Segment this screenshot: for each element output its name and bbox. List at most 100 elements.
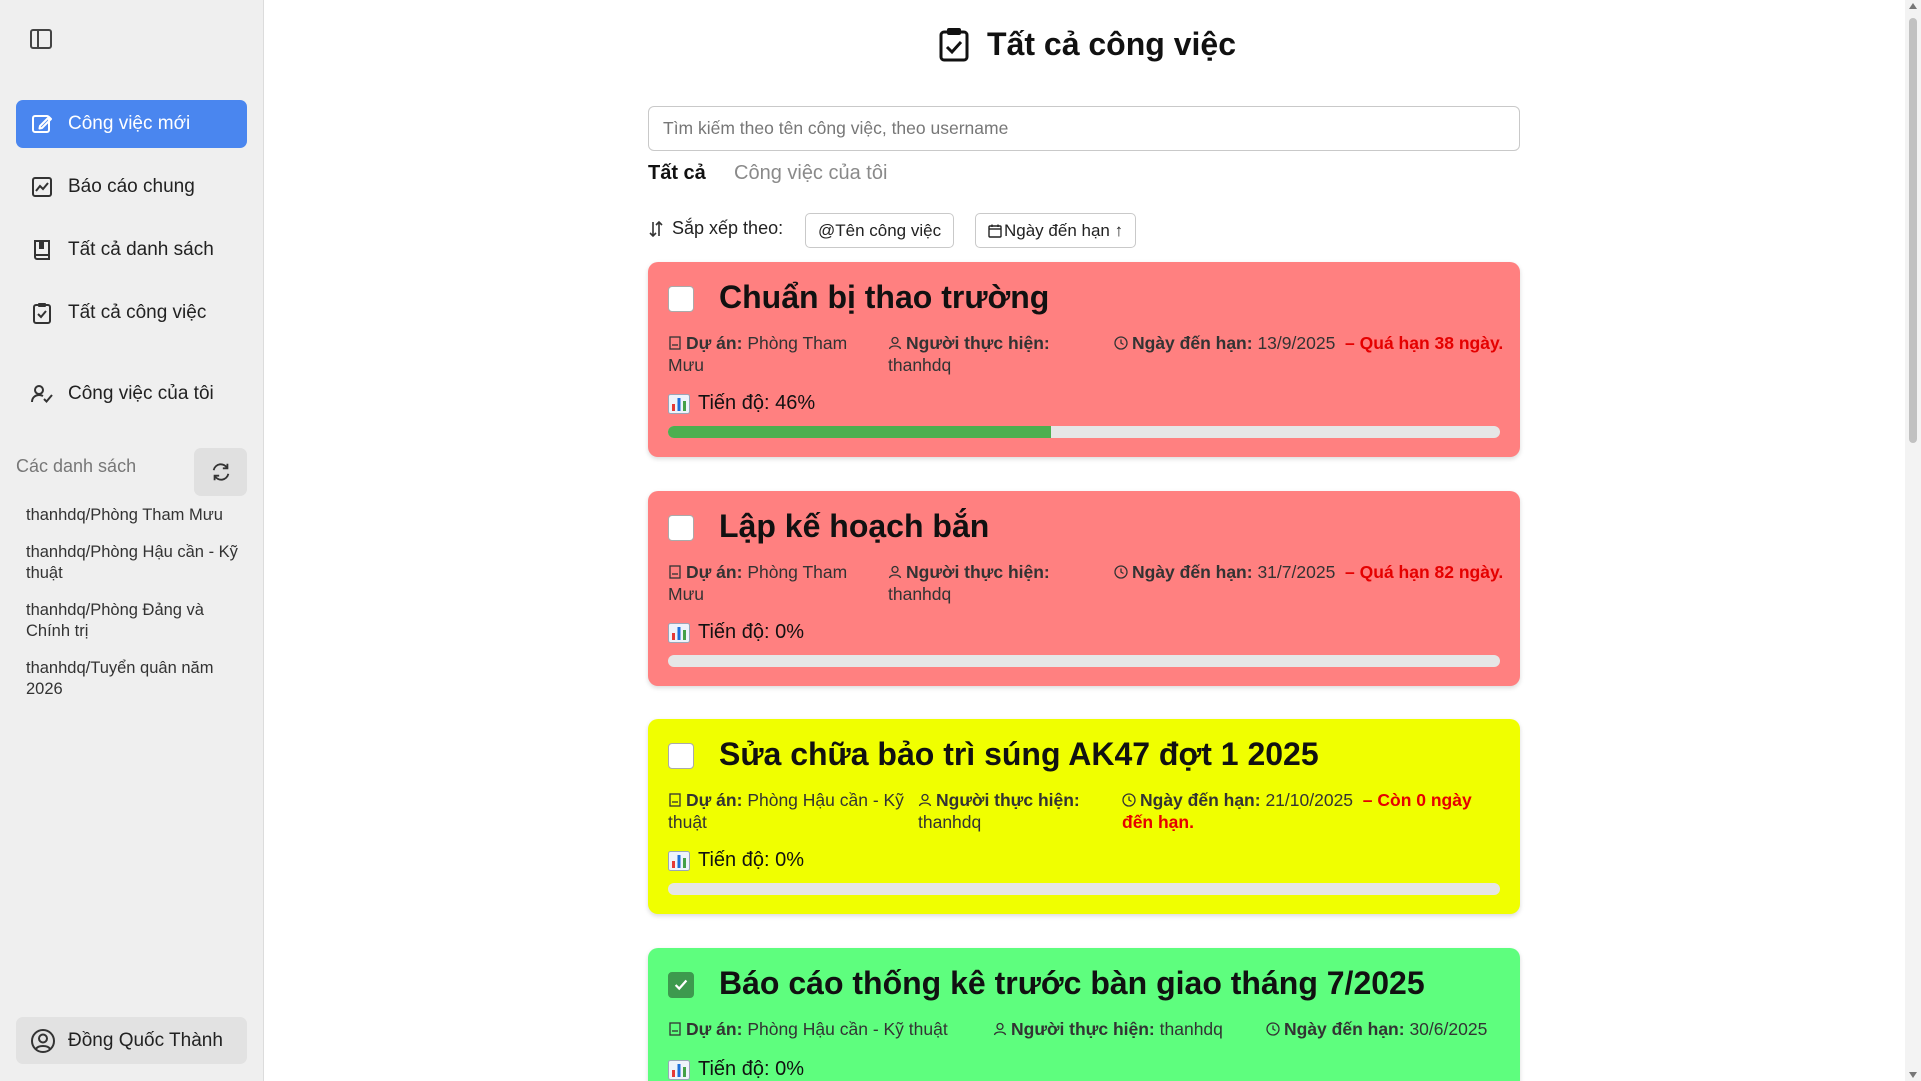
- sidebar-toggle-icon[interactable]: [28, 28, 56, 52]
- task-due: Ngày đến hạn: 30/6/2025: [1266, 1018, 1487, 1040]
- clock-icon: [1114, 565, 1128, 579]
- bar-chart-icon: [668, 393, 690, 414]
- sort-label: Sắp xếp theo:: [648, 218, 783, 239]
- task-title: Lập kế hoạch bắn: [719, 508, 990, 544]
- nav-label: Công việc mới: [68, 113, 191, 134]
- task-title: Sửa chữa bảo trì súng AK47 đợt 1 2025: [719, 736, 1319, 772]
- progress-label: Tiến độ: 0%: [668, 849, 804, 872]
- assignee-value: thanhdq: [1159, 1019, 1223, 1039]
- nav-all-lists[interactable]: Tất cả danh sách: [16, 226, 247, 274]
- progress-text: Tiến độ: 0%: [698, 1058, 804, 1080]
- lists-section-label: Các danh sách: [16, 456, 137, 476]
- page-scrollbar[interactable]: [1905, 0, 1921, 1081]
- sort-by-name-button[interactable]: @Tên công việc: [805, 213, 955, 248]
- nav-all-tasks[interactable]: Tất cả công việc: [16, 289, 247, 337]
- project-label: Dự án:: [686, 333, 743, 353]
- check-icon: [674, 979, 688, 991]
- nav-my-tasks[interactable]: Công việc của tôi: [16, 370, 247, 418]
- progress-bar: [668, 883, 1500, 895]
- task-card[interactable]: Sửa chữa bảo trì súng AK47 đợt 1 2025 Dự…: [648, 719, 1520, 914]
- task-project: Dự án: Phòng Hậu cần - Kỹ thuật: [668, 789, 908, 833]
- due-label: Ngày đến hạn:: [1132, 562, 1253, 582]
- sort-by-due-label: Ngày đến hạn ↑: [1004, 220, 1124, 240]
- task-card[interactable]: Chuẩn bị thao trường Dự án: Phòng Tham M…: [648, 262, 1520, 457]
- nav-new-task[interactable]: Công việc mới: [16, 100, 247, 148]
- tab-all[interactable]: Tất cả: [648, 162, 706, 185]
- nav-label: Tất cả công việc: [68, 302, 207, 323]
- progress-text: Tiến độ: 0%: [698, 849, 804, 871]
- task-due: Ngày đến hạn: 31/7/2025 – Quá hạn 82 ngà…: [1114, 561, 1504, 583]
- edit-icon: [32, 115, 52, 133]
- assignee-label: Người thực hiện:: [906, 562, 1050, 582]
- user-icon: [888, 336, 902, 350]
- task-project: Dự án: Phòng Tham Mưu: [668, 332, 878, 376]
- sort-label-text: Sắp xếp theo:: [672, 218, 784, 238]
- task-due: Ngày đến hạn: 13/9/2025 – Quá hạn 38 ngà…: [1114, 332, 1504, 354]
- progress-label: Tiến độ: 46%: [668, 392, 815, 415]
- progress-bar: [668, 426, 1500, 438]
- due-value: 31/7/2025: [1257, 562, 1336, 582]
- list-link[interactable]: thanhdq/Tuyển quân năm 2026: [26, 658, 241, 700]
- task-assignee: Người thực hiện: thanhdq: [888, 561, 1088, 605]
- sort-by-due-button[interactable]: Ngày đến hạn ↑: [975, 213, 1137, 248]
- list-link[interactable]: thanhdq/Phòng Tham Mưu: [26, 505, 241, 526]
- progress-label: Tiến độ: 0%: [668, 1058, 804, 1081]
- task-checkbox-checked[interactable]: [668, 972, 694, 998]
- assignee-value: thanhdq: [888, 355, 952, 375]
- task-checkbox[interactable]: [668, 515, 694, 541]
- due-label: Ngày đến hạn:: [1132, 333, 1253, 353]
- clock-icon: [1114, 336, 1128, 350]
- user-check-icon: [31, 385, 53, 403]
- task-assignee: Người thực hiện: thanhdq: [918, 789, 1118, 833]
- document-icon: [669, 565, 681, 579]
- assignee-value: thanhdq: [888, 584, 952, 604]
- task-checkbox[interactable]: [668, 286, 694, 312]
- assignee-label: Người thực hiện:: [936, 790, 1080, 810]
- document-icon: [669, 1022, 681, 1036]
- search-input[interactable]: [648, 106, 1520, 151]
- due-label: Ngày đến hạn:: [1140, 790, 1261, 810]
- scroll-up-icon[interactable]: [1909, 3, 1917, 9]
- project-value: Phòng Hậu cần - Kỹ thuật: [747, 1019, 948, 1039]
- calendar-icon: [988, 224, 1002, 238]
- due-value: 21/10/2025: [1265, 790, 1354, 810]
- user-icon: [918, 793, 932, 807]
- scroll-down-icon[interactable]: [1909, 1072, 1917, 1078]
- assignee-label: Người thực hiện:: [1011, 1019, 1155, 1039]
- clipboard-check-icon: [939, 27, 969, 61]
- task-checkbox[interactable]: [668, 743, 694, 769]
- task-card[interactable]: Báo cáo thống kê trước bàn giao tháng 7/…: [648, 948, 1520, 1081]
- bar-chart-icon: [668, 622, 690, 643]
- task-project: Dự án: Phòng Hậu cần - Kỹ thuật: [668, 1018, 948, 1040]
- assignee-label: Người thực hiện:: [906, 333, 1050, 353]
- nav-label: Báo cáo chung: [68, 176, 195, 197]
- clock-icon: [1122, 793, 1136, 807]
- refresh-lists-button[interactable]: [194, 448, 247, 496]
- task-card[interactable]: Lập kế hoạch bắn Dự án: Phòng Tham Mưu N…: [648, 491, 1520, 686]
- tab-my-tasks[interactable]: Công việc của tôi: [734, 162, 887, 185]
- page-title-text: Tất cả công việc: [987, 26, 1236, 62]
- user-icon: [993, 1022, 1007, 1036]
- book-icon: [34, 240, 50, 260]
- task-project: Dự án: Phòng Tham Mưu: [668, 561, 878, 605]
- task-title: Chuẩn bị thao trường: [719, 279, 1050, 315]
- project-label: Dự án:: [686, 790, 743, 810]
- nav-label: Công việc của tôi: [68, 383, 214, 404]
- list-link[interactable]: thanhdq/Phòng Hậu cần - Kỹ thuật: [26, 542, 241, 584]
- clock-icon: [1266, 1022, 1280, 1036]
- due-warning: – Quá hạn 82 ngày.: [1345, 562, 1504, 582]
- nav-general-report[interactable]: Báo cáo chung: [16, 163, 247, 211]
- nav-label: Tất cả danh sách: [68, 239, 214, 260]
- sidebar: Công việc mới Báo cáo chung Tất cả danh …: [0, 0, 264, 1081]
- user-account-button[interactable]: Đồng Quốc Thành: [16, 1017, 247, 1064]
- progress-text: Tiến độ: 0%: [698, 621, 804, 643]
- chart-icon: [32, 177, 52, 197]
- list-link[interactable]: thanhdq/Phòng Đảng và Chính trị: [26, 600, 241, 642]
- progress-bar: [668, 655, 1500, 667]
- scroll-thumb[interactable]: [1909, 18, 1917, 443]
- refresh-icon: [212, 463, 229, 481]
- page-title: Tất cả công việc: [937, 26, 1236, 63]
- due-value: 30/6/2025: [1409, 1019, 1488, 1039]
- assignee-value: thanhdq: [918, 812, 982, 832]
- project-label: Dự án:: [686, 562, 743, 582]
